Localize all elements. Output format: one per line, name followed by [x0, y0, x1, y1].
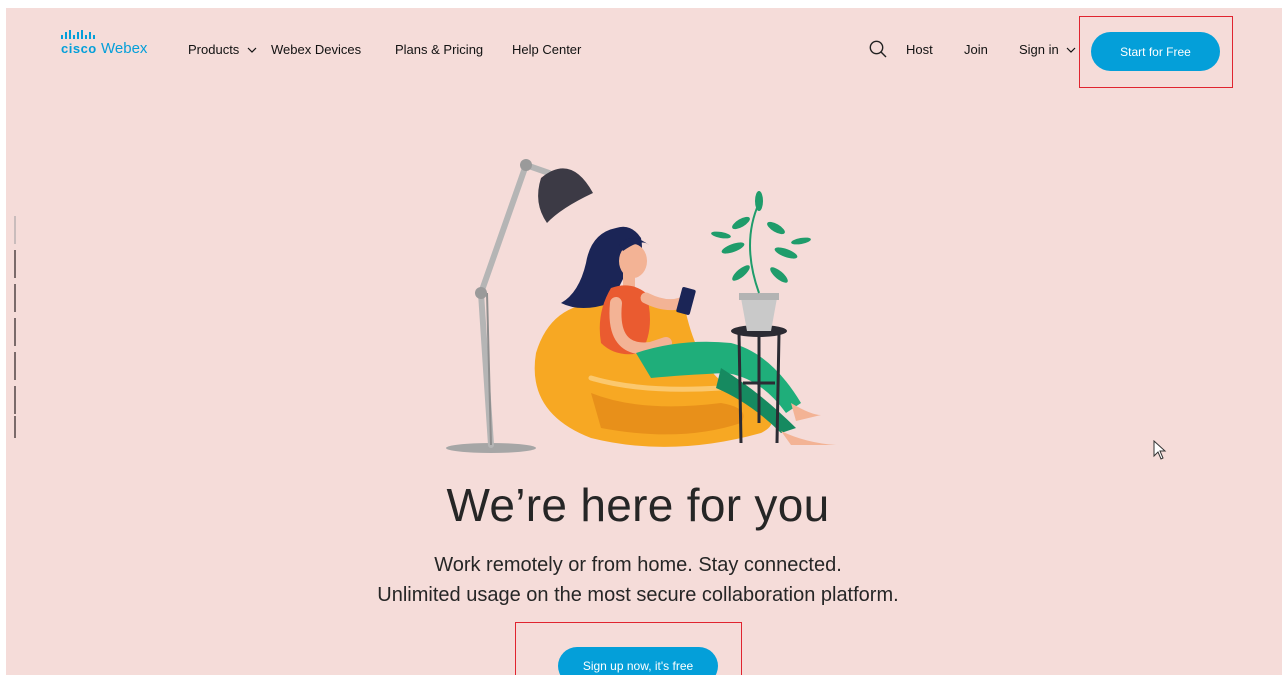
scroll-indicator-segment[interactable]	[14, 284, 16, 312]
hero-subtitle-line1: Work remotely or from home. Stay connect…	[434, 554, 842, 576]
cisco-webex-logo[interactable]: cisco Webex	[61, 30, 161, 60]
scroll-indicator-segment[interactable]	[14, 216, 16, 244]
logo-brand: cisco	[61, 41, 97, 56]
start-for-free-button[interactable]: Start for Free	[1091, 32, 1220, 71]
page: cisco Webex Products Webex Devices Plans…	[6, 8, 1282, 675]
hero-illustration	[446, 159, 836, 453]
nav-help-center[interactable]: Help Center	[512, 42, 581, 57]
scroll-indicator-segment[interactable]	[14, 250, 16, 278]
nav-products[interactable]: Products	[188, 42, 257, 57]
section-scroll-indicator[interactable]	[14, 216, 16, 438]
sign-in-menu[interactable]: Sign in	[1019, 42, 1076, 57]
nav-plans-pricing[interactable]: Plans & Pricing	[395, 42, 483, 57]
chevron-down-icon	[1066, 47, 1076, 53]
nav-webex-devices[interactable]: Webex Devices	[271, 42, 361, 57]
nav-products-label: Products	[188, 42, 240, 57]
chevron-down-icon	[247, 47, 257, 53]
sign-up-free-button[interactable]: Sign up now, it's free	[558, 647, 718, 675]
logo-product: Webex	[101, 40, 148, 57]
scroll-indicator-segment[interactable]	[14, 318, 16, 346]
join-link[interactable]: Join	[964, 42, 988, 57]
scroll-indicator-segment[interactable]	[14, 386, 16, 414]
sign-in-label: Sign in	[1019, 42, 1059, 57]
hero-subtitle-line2: Unlimited usage on the most secure colla…	[377, 584, 899, 606]
cisco-bars-icon	[61, 30, 95, 39]
host-link[interactable]: Host	[906, 42, 933, 57]
scroll-indicator-segment[interactable]	[14, 416, 16, 438]
hero-title: We’re here for you	[446, 479, 830, 531]
scroll-indicator-segment[interactable]	[14, 352, 16, 380]
mouse-cursor-icon	[1153, 440, 1167, 460]
search-icon[interactable]	[869, 40, 887, 58]
